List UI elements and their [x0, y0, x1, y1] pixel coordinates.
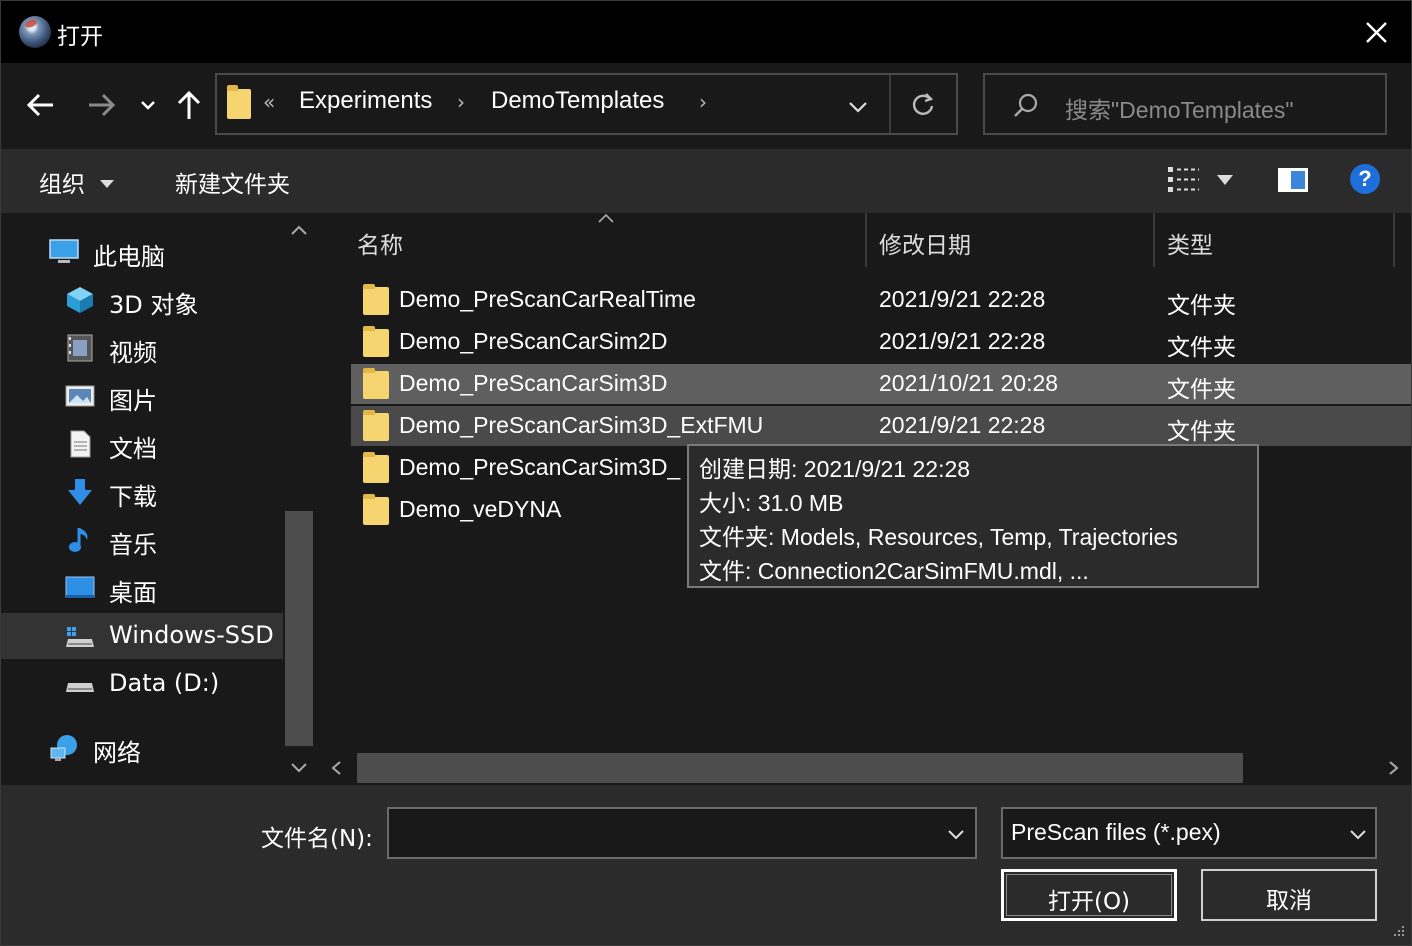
cancel-button[interactable]: 取消: [1201, 869, 1377, 921]
list-item[interactable]: Demo_PreScanCarRealTime 2021/9/21 22:28 …: [351, 280, 1411, 320]
breadcrumb-overflow[interactable]: «: [263, 90, 275, 114]
address-dropdown-chevron-icon[interactable]: [843, 91, 873, 121]
picture-icon: [65, 385, 95, 407]
breadcrumb-experiments[interactable]: Experiments: [299, 87, 432, 115]
document-icon: [70, 430, 91, 458]
file-list-scrollbar[interactable]: [321, 751, 1411, 785]
search-icon: [1014, 93, 1038, 117]
search-box[interactable]: 搜索"DemoTemplates": [983, 73, 1387, 135]
tooltip-created: 创建日期: 2021/9/21 22:28: [699, 456, 971, 482]
folder-info-tooltip: 创建日期: 2021/9/21 22:28 大小: 31.0 MB 文件夹: M…: [687, 444, 1259, 588]
column-header-type[interactable]: 类型: [1167, 213, 1213, 267]
sidebar-item-music[interactable]: 音乐: [1, 517, 283, 563]
breadcrumb-demotemplates[interactable]: DemoTemplates: [491, 87, 664, 115]
horizontal-scroll-thumb[interactable]: [357, 753, 1243, 783]
forward-arrow-icon[interactable]: [83, 87, 119, 123]
address-divider: [889, 75, 891, 133]
column-divider[interactable]: [1393, 213, 1395, 267]
folder-icon: [363, 452, 389, 483]
sidebar-scroll-thumb[interactable]: [285, 511, 313, 746]
computer-icon: [49, 239, 79, 263]
column-divider[interactable]: [865, 213, 867, 267]
cube-3d-icon: [67, 287, 93, 313]
sidebar-scrollbar[interactable]: [283, 213, 317, 785]
chevron-down-icon[interactable]: [945, 823, 967, 845]
sidebar-item-downloads[interactable]: 下载: [1, 469, 283, 515]
scroll-left-icon[interactable]: [329, 759, 345, 777]
desktop-icon: [65, 576, 95, 598]
view-options-icon[interactable]: [1167, 165, 1201, 195]
help-icon[interactable]: ?: [1349, 163, 1381, 195]
file-type-select[interactable]: PreScan files (*.pex): [1001, 807, 1377, 859]
sidebar-item-videos[interactable]: 视频: [1, 325, 283, 371]
scroll-down-icon[interactable]: [289, 761, 309, 775]
title-bar: 打开: [1, 1, 1411, 63]
drive-icon: [66, 627, 94, 647]
navigation-pane: 此电脑 3D 对象 视频 图片 文档 下载 音乐 桌面 Windows-SSD …: [1, 213, 317, 785]
column-divider[interactable]: [1153, 213, 1155, 267]
view-dropdown-caret-icon[interactable]: [1215, 173, 1235, 187]
back-arrow-icon[interactable]: [23, 87, 59, 123]
app-globe-icon: [19, 16, 51, 48]
sidebar-item-network[interactable]: 网络: [1, 725, 283, 771]
file-open-dialog: 打开 « Experiments › DemoTemplates › 搜索"De…: [0, 0, 1412, 946]
scroll-right-icon[interactable]: [1385, 759, 1401, 777]
folder-icon: [363, 326, 389, 357]
network-icon: [50, 735, 77, 761]
sidebar-item-this-pc[interactable]: 此电脑: [1, 229, 283, 275]
recent-locations-chevron-icon[interactable]: [131, 87, 167, 123]
organize-button[interactable]: 组织: [39, 165, 115, 199]
column-header-name[interactable]: 名称: [357, 213, 403, 267]
organize-label: 组织: [39, 172, 85, 198]
search-placeholder: 搜索"DemoTemplates": [1065, 97, 1294, 123]
open-button[interactable]: 打开(O): [1001, 869, 1177, 921]
window-title: 打开: [57, 24, 103, 50]
dialog-footer: 文件名(N): PreScan files (*.pex) 打开(O) 取消: [1, 785, 1411, 945]
video-icon: [67, 334, 93, 362]
folder-icon: [363, 368, 389, 399]
sidebar-item-pictures[interactable]: 图片: [1, 373, 283, 419]
sidebar-item-desktop[interactable]: 桌面: [1, 565, 283, 611]
filename-label: 文件名(N):: [261, 826, 373, 852]
sidebar-item-data-d[interactable]: Data (D:): [1, 661, 283, 707]
list-item[interactable]: Demo_PreScanCarSim2D 2021/9/21 22:28 文件夹: [351, 322, 1411, 362]
navigation-bar: « Experiments › DemoTemplates › 搜索"DemoT…: [1, 63, 1411, 149]
folder-icon: [363, 284, 389, 315]
tooltip-files: 文件: Connection2CarSimFMU.mdl, ...: [699, 558, 1089, 584]
up-arrow-icon[interactable]: [171, 87, 207, 123]
resize-grip-icon[interactable]: [1389, 923, 1407, 941]
chevron-down-icon[interactable]: [1347, 823, 1369, 845]
sidebar-item-documents[interactable]: 文档: [1, 421, 283, 467]
svg-text:?: ?: [1358, 166, 1371, 191]
column-header-date[interactable]: 修改日期: [879, 213, 971, 267]
address-bar[interactable]: « Experiments › DemoTemplates ›: [215, 73, 958, 135]
file-type-value: PreScan files (*.pex): [1011, 819, 1221, 845]
folder-icon: [227, 85, 251, 119]
filename-combobox[interactable]: [387, 807, 977, 859]
music-icon: [69, 528, 88, 552]
download-icon: [68, 479, 92, 505]
scroll-up-icon[interactable]: [289, 223, 309, 237]
tooltip-folders: 文件夹: Models, Resources, Temp, Trajectori…: [699, 524, 1178, 550]
breadcrumb-separator[interactable]: ›: [457, 90, 465, 114]
folder-icon: [363, 410, 389, 441]
sort-ascending-icon: [598, 213, 614, 223]
list-item[interactable]: Demo_PreScanCarSim3D 2021/10/21 20:28 文件…: [351, 364, 1411, 404]
sidebar-item-3d-objects[interactable]: 3D 对象: [1, 277, 283, 323]
caret-down-icon: [100, 180, 115, 188]
close-icon[interactable]: [1355, 13, 1397, 51]
refresh-icon[interactable]: [907, 89, 939, 121]
new-folder-button[interactable]: 新建文件夹: [175, 165, 290, 199]
preview-pane-icon[interactable]: [1277, 167, 1309, 193]
list-item[interactable]: Demo_PreScanCarSim3D_ExtFMU 2021/9/21 22…: [351, 406, 1411, 446]
tooltip-size: 大小: 31.0 MB: [699, 490, 844, 516]
sidebar-item-windows-ssd[interactable]: Windows-SSD: [1, 613, 283, 659]
breadcrumb-separator[interactable]: ›: [699, 90, 707, 114]
folder-icon: [363, 494, 389, 525]
command-toolbar: 组织 新建文件夹 ?: [1, 149, 1411, 213]
drive-icon: [66, 683, 94, 692]
